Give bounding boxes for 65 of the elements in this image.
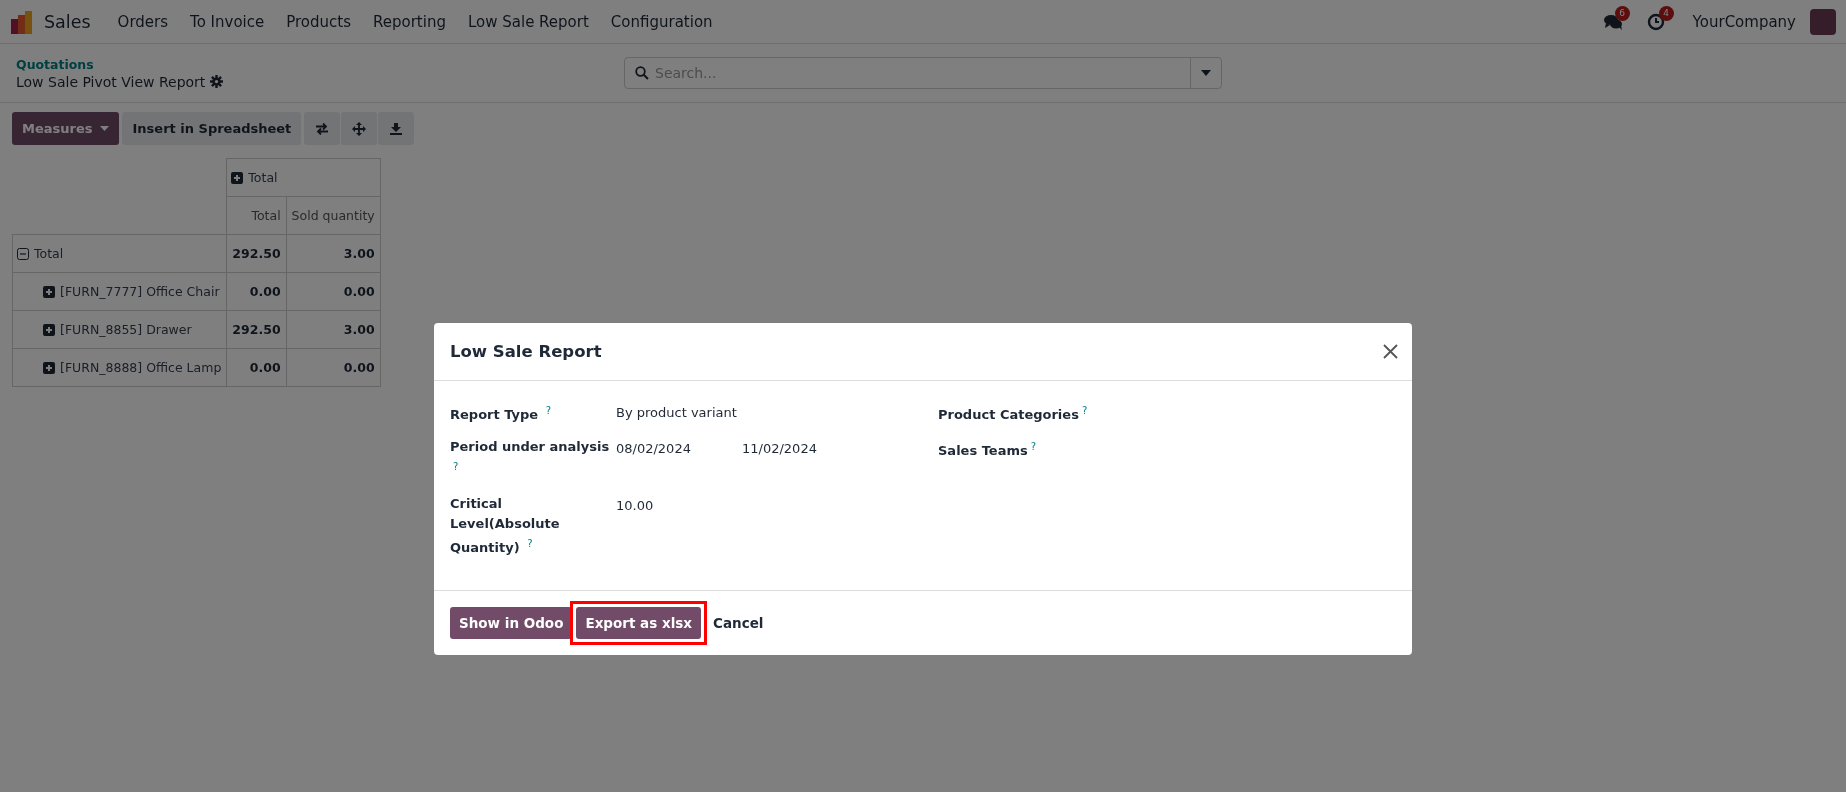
field-label: Sales Teams bbox=[938, 443, 1028, 459]
measures-button[interactable]: Measures bbox=[12, 112, 120, 145]
dialog-button[interactable]: Show in Odoo bbox=[450, 607, 573, 639]
menu-item[interactable]: Configuration bbox=[599, 12, 724, 31]
table-cell: 0.00 bbox=[226, 272, 287, 311]
search-icon bbox=[635, 66, 649, 80]
table-cell: 0.00 bbox=[286, 272, 381, 311]
plus-square-icon[interactable] bbox=[231, 171, 244, 184]
minus-square-icon[interactable] bbox=[17, 247, 29, 260]
download-icon bbox=[390, 122, 403, 135]
field-value[interactable]: 10.00 bbox=[616, 493, 742, 516]
table-cell: 3.00 bbox=[286, 310, 381, 349]
table-cell: 0.00 bbox=[226, 348, 287, 387]
field-value[interactable]: By product variant bbox=[616, 401, 742, 423]
help-tooltip-mark[interactable]: ? bbox=[545, 405, 551, 416]
table-cell: 3.00 bbox=[286, 234, 381, 273]
menu-item[interactable]: Products bbox=[275, 12, 362, 31]
menu-item[interactable]: To Invoice bbox=[179, 12, 276, 31]
field-label: Product Categories bbox=[938, 407, 1079, 423]
expand-all-button[interactable] bbox=[341, 112, 378, 145]
plus-square-icon[interactable] bbox=[43, 323, 55, 336]
plus-square-icon[interactable] bbox=[43, 361, 55, 374]
measure-header: Sold quantity bbox=[286, 196, 381, 235]
company-name[interactable]: YourCompany bbox=[1692, 12, 1796, 31]
flip-axis-button[interactable] bbox=[304, 112, 341, 145]
field-label: Report Type $^{?}$ bbox=[450, 404, 552, 425]
swap-arrows-icon bbox=[315, 122, 330, 135]
field-label: Critical Level(Absolute Quantity) $^{?}$ bbox=[450, 494, 561, 557]
row-header[interactable]: Total bbox=[12, 234, 227, 273]
bar-chart-logo-icon[interactable] bbox=[10, 9, 34, 34]
row-header[interactable]: [FURN_8888] Office Lamp bbox=[12, 348, 227, 387]
menu-item[interactable]: Reporting bbox=[362, 12, 457, 31]
field-value[interactable]: 08/02/2024 bbox=[616, 437, 742, 460]
plus-square-icon[interactable] bbox=[43, 285, 55, 298]
insert-in-spreadsheet-button[interactable]: Insert in Spreadsheet bbox=[122, 112, 302, 145]
avatar[interactable] bbox=[1810, 8, 1836, 35]
dialog-title: Low Sale Report bbox=[450, 342, 602, 361]
caret-icon bbox=[100, 126, 110, 131]
page-title: Low Sale Pivot View Report bbox=[16, 73, 206, 90]
help-tooltip-mark[interactable]: ? bbox=[453, 461, 459, 473]
cancel-link[interactable]: Cancel bbox=[705, 607, 772, 639]
table-cell: 292.50 bbox=[226, 310, 287, 349]
close-icon[interactable] bbox=[1383, 344, 1398, 359]
gear-icon[interactable] bbox=[210, 75, 224, 88]
app-name[interactable]: Sales bbox=[34, 11, 107, 32]
move-arrows-icon bbox=[352, 121, 367, 136]
clock-icon[interactable] bbox=[1646, 12, 1665, 31]
table-cell: 0.00 bbox=[286, 348, 381, 387]
notification-badge: 4 bbox=[1658, 5, 1674, 21]
row-header[interactable]: [FURN_8855] Drawer bbox=[12, 310, 227, 349]
dialog-button[interactable]: Export as xlsx bbox=[576, 607, 702, 639]
help-tooltip-mark[interactable]: ? bbox=[1030, 441, 1036, 453]
column-header[interactable]: Total bbox=[226, 158, 381, 197]
field-value[interactable]: 11/02/2024 bbox=[742, 437, 938, 460]
breadcrumb-link[interactable]: Quotations bbox=[16, 56, 624, 72]
download-button[interactable] bbox=[378, 112, 415, 145]
help-tooltip-mark[interactable]: ? bbox=[527, 537, 533, 549]
help-tooltip-mark[interactable]: ? bbox=[1081, 405, 1088, 416]
row-header[interactable]: [FURN_7777] Office Chair bbox=[12, 272, 227, 311]
table-cell: 292.50 bbox=[226, 234, 287, 273]
menu-item[interactable]: Low Sale Report bbox=[456, 12, 600, 31]
measure-header: Total bbox=[226, 196, 287, 235]
menu-item[interactable]: Orders bbox=[106, 12, 180, 31]
notification-badge: 6 bbox=[1614, 5, 1630, 21]
caret-icon[interactable] bbox=[1201, 70, 1211, 76]
